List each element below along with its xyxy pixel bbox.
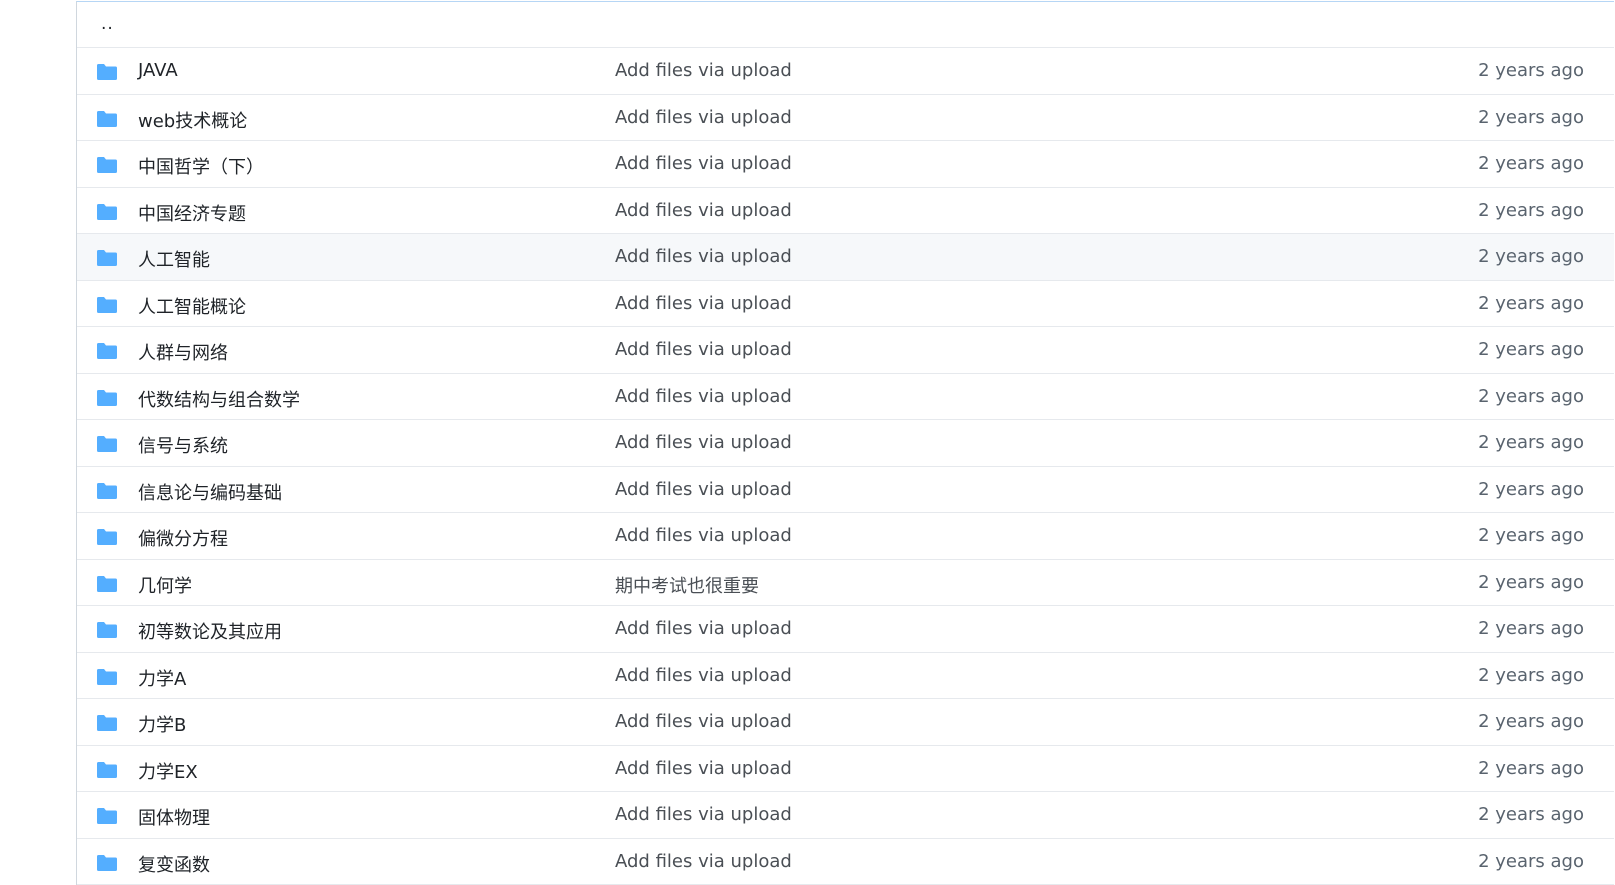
commit-time: 2 years ago [1478, 432, 1584, 453]
commit-time: 2 years ago [1478, 572, 1584, 593]
commit-time: 2 years ago [1478, 711, 1584, 732]
table-row[interactable]: JAVA Add files via upload 2 years ago [77, 48, 1614, 95]
folder-name-link[interactable]: 中国哲学（下） [138, 153, 264, 179]
table-row[interactable]: 偏微分方程 Add files via upload 2 years ago [77, 513, 1614, 560]
folder-icon [96, 63, 118, 81]
folder-name-link[interactable]: 中国经济专题 [138, 200, 246, 226]
folder-icon [96, 807, 118, 825]
folder-icon [96, 854, 118, 872]
folder-icon [96, 342, 118, 360]
folder-icon [96, 203, 118, 221]
parent-directory-link[interactable]: .. [101, 14, 114, 34]
commit-time: 2 years ago [1478, 479, 1584, 500]
folder-name-link[interactable]: JAVA [138, 60, 178, 81]
table-row[interactable]: 代数结构与组合数学 Add files via upload 2 years a… [77, 374, 1614, 421]
commit-time: 2 years ago [1478, 851, 1584, 872]
folder-icon [96, 668, 118, 686]
table-row[interactable]: 力学A Add files via upload 2 years ago [77, 653, 1614, 700]
commit-message-link[interactable]: Add files via upload [615, 60, 792, 81]
folder-name-link[interactable]: 信号与系统 [138, 432, 228, 458]
commit-message-link[interactable]: 期中考试也很重要 [615, 572, 759, 598]
commit-message-link[interactable]: Add files via upload [615, 293, 792, 314]
commit-message-link[interactable]: Add files via upload [615, 153, 792, 174]
file-list-table: .. JAVA Add files via upload 2 years ago… [76, 1, 1614, 885]
commit-time: 2 years ago [1478, 758, 1584, 779]
folder-name-link[interactable]: 复变函数 [138, 851, 210, 877]
table-row[interactable]: 复变函数 Add files via upload 2 years ago [77, 839, 1614, 885]
table-row[interactable]: 人工智能概论 Add files via upload 2 years ago [77, 281, 1614, 328]
commit-time: 2 years ago [1478, 665, 1584, 686]
parent-directory-row[interactable]: .. [77, 2, 1614, 48]
folder-name-link[interactable]: 信息论与编码基础 [138, 479, 282, 505]
commit-time: 2 years ago [1478, 339, 1584, 360]
folder-icon [96, 761, 118, 779]
table-row[interactable]: 固体物理 Add files via upload 2 years ago [77, 792, 1614, 839]
commit-time: 2 years ago [1478, 293, 1584, 314]
commit-time: 2 years ago [1478, 153, 1584, 174]
folder-icon [96, 389, 118, 407]
commit-time: 2 years ago [1478, 60, 1584, 81]
commit-message-link[interactable]: Add files via upload [615, 758, 792, 779]
table-row[interactable]: 初等数论及其应用 Add files via upload 2 years ag… [77, 606, 1614, 653]
table-row[interactable]: 力学EX Add files via upload 2 years ago [77, 746, 1614, 793]
commit-message-link[interactable]: Add files via upload [615, 804, 792, 825]
table-row[interactable]: 中国经济专题 Add files via upload 2 years ago [77, 188, 1614, 235]
commit-message-link[interactable]: Add files via upload [615, 525, 792, 546]
folder-icon [96, 482, 118, 500]
commit-message-link[interactable]: Add files via upload [615, 246, 792, 267]
commit-message-link[interactable]: Add files via upload [615, 200, 792, 221]
commit-time: 2 years ago [1478, 107, 1584, 128]
commit-time: 2 years ago [1478, 246, 1584, 267]
commit-message-link[interactable]: Add files via upload [615, 665, 792, 686]
table-row[interactable]: 信号与系统 Add files via upload 2 years ago [77, 420, 1614, 467]
commit-message-link[interactable]: Add files via upload [615, 432, 792, 453]
file-rows: JAVA Add files via upload 2 years ago we… [77, 48, 1614, 885]
folder-icon [96, 249, 118, 267]
folder-name-link[interactable]: 偏微分方程 [138, 525, 228, 551]
commit-message-link[interactable]: Add files via upload [615, 479, 792, 500]
folder-icon [96, 528, 118, 546]
table-row[interactable]: web技术概论 Add files via upload 2 years ago [77, 95, 1614, 142]
commit-time: 2 years ago [1478, 804, 1584, 825]
folder-icon [96, 296, 118, 314]
table-row[interactable]: 人工智能 Add files via upload 2 years ago [77, 234, 1614, 281]
folder-icon [96, 575, 118, 593]
folder-icon [96, 621, 118, 639]
table-row[interactable]: 几何学 期中考试也很重要 2 years ago [77, 560, 1614, 607]
commit-message-link[interactable]: Add files via upload [615, 618, 792, 639]
commit-message-link[interactable]: Add files via upload [615, 107, 792, 128]
folder-name-link[interactable]: 固体物理 [138, 804, 210, 830]
folder-name-link[interactable]: 代数结构与组合数学 [138, 386, 300, 412]
folder-name-link[interactable]: 初等数论及其应用 [138, 618, 282, 644]
folder-name-link[interactable]: 力学B [138, 711, 186, 737]
commit-message-link[interactable]: Add files via upload [615, 386, 792, 407]
folder-icon [96, 435, 118, 453]
folder-name-link[interactable]: 人群与网络 [138, 339, 228, 365]
folder-name-link[interactable]: 力学EX [138, 758, 198, 784]
table-row[interactable]: 力学B Add files via upload 2 years ago [77, 699, 1614, 746]
folder-name-link[interactable]: 力学A [138, 665, 186, 691]
commit-message-link[interactable]: Add files via upload [615, 711, 792, 732]
commit-time: 2 years ago [1478, 200, 1584, 221]
table-row[interactable]: 中国哲学（下） Add files via upload 2 years ago [77, 141, 1614, 188]
commit-time: 2 years ago [1478, 618, 1584, 639]
folder-icon [96, 714, 118, 732]
table-row[interactable]: 信息论与编码基础 Add files via upload 2 years ag… [77, 467, 1614, 514]
folder-name-link[interactable]: web技术概论 [138, 107, 247, 133]
commit-time: 2 years ago [1478, 386, 1584, 407]
folder-name-link[interactable]: 几何学 [138, 572, 192, 598]
commit-message-link[interactable]: Add files via upload [615, 851, 792, 872]
folder-name-link[interactable]: 人工智能 [138, 246, 210, 272]
table-row[interactable]: 人群与网络 Add files via upload 2 years ago [77, 327, 1614, 374]
commit-time: 2 years ago [1478, 525, 1584, 546]
folder-icon [96, 156, 118, 174]
folder-name-link[interactable]: 人工智能概论 [138, 293, 246, 319]
commit-message-link[interactable]: Add files via upload [615, 339, 792, 360]
folder-icon [96, 110, 118, 128]
